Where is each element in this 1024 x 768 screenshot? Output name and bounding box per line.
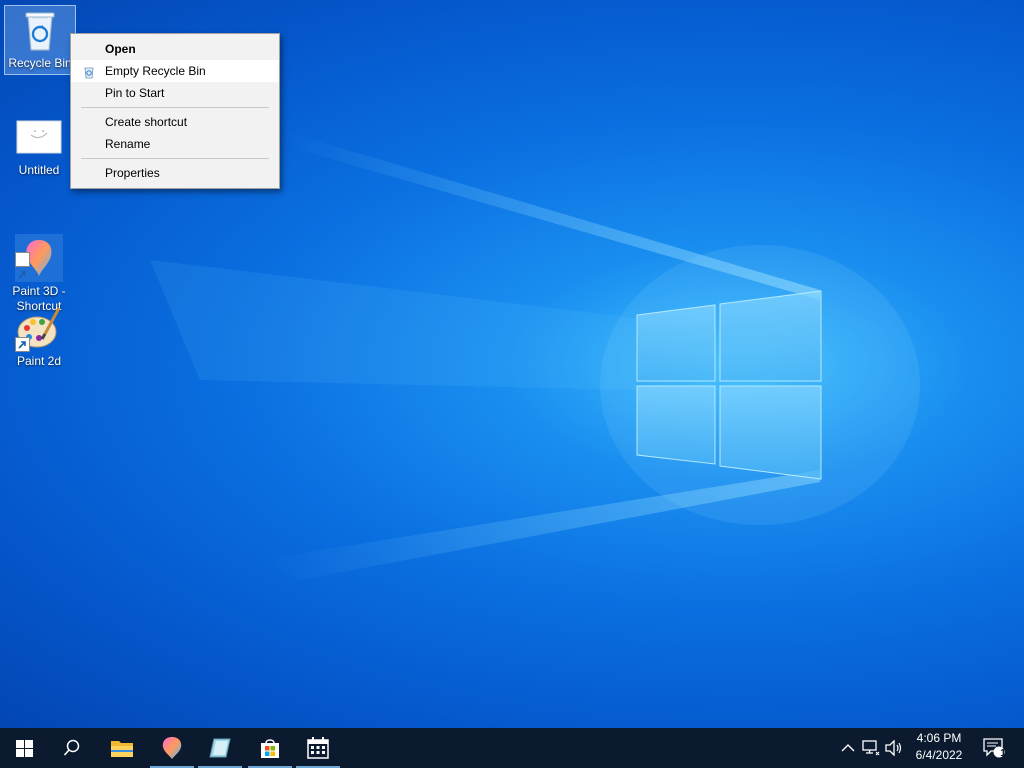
show-hidden-icons-button[interactable] <box>838 738 858 758</box>
search-button[interactable] <box>48 728 96 768</box>
context-menu: Open Empty Recycle Bin Pin to Start Crea… <box>70 33 280 189</box>
search-icon <box>63 739 80 756</box>
network-button[interactable] <box>861 738 881 758</box>
menu-item-properties[interactable]: Properties <box>71 162 279 184</box>
menu-item-label: Pin to Start <box>105 86 165 100</box>
speaker-icon <box>885 740 902 756</box>
menu-item-label: Rename <box>105 137 151 151</box>
taskbar-clock[interactable]: 4:06 PM 6/4/2022 <box>906 730 972 766</box>
desktop-icon-recycle-bin[interactable]: Recycle Bin <box>4 5 76 75</box>
desktop-icon-label: Paint 2d <box>16 354 62 368</box>
shortcut-arrow-icon <box>15 252 30 279</box>
clock-time: 4:06 PM <box>916 731 962 745</box>
taskbar-file-explorer[interactable] <box>98 728 146 768</box>
menu-separator <box>81 107 269 108</box>
menu-item-label: Properties <box>105 166 160 180</box>
menu-item-rename[interactable]: Rename <box>71 133 279 155</box>
desktop-icon-label: Recycle Bin <box>8 56 72 70</box>
clock-date: 6/4/2022 <box>915 748 963 762</box>
menu-item-open[interactable]: Open <box>71 38 279 60</box>
paint-3d-icon <box>162 737 182 759</box>
network-icon <box>862 740 880 756</box>
desktop[interactable]: Recycle Bin Untitled Paint 3D - Shortcut… <box>0 0 1024 728</box>
shortcut-arrow-icon <box>15 337 30 352</box>
start-button[interactable] <box>0 728 48 768</box>
notification-badge: 1 <box>1000 748 1006 759</box>
paint-book-icon <box>209 738 231 758</box>
chevron-up-icon <box>841 744 855 752</box>
calendar-icon <box>307 737 329 759</box>
taskbar-paint-3d[interactable] <box>148 728 196 768</box>
taskbar-calendar[interactable] <box>294 728 342 768</box>
menu-item-label: Open <box>105 42 136 56</box>
recycle-bin-icon <box>16 6 64 54</box>
menu-item-create-shortcut[interactable]: Create shortcut <box>71 111 279 133</box>
desktop-icon-untitled[interactable]: Untitled <box>4 113 74 178</box>
file-explorer-icon <box>111 741 133 757</box>
menu-item-empty-recycle-bin[interactable]: Empty Recycle Bin <box>71 60 279 82</box>
recycle-bin-icon <box>82 64 96 79</box>
desktop-icon-paint-2d[interactable]: Paint 2d <box>4 304 74 369</box>
volume-button[interactable] <box>884 738 904 758</box>
taskbar: 4:06 PM 6/4/2022 1 <box>0 728 1024 768</box>
menu-item-label: Empty Recycle Bin <box>105 64 206 78</box>
paint-palette-icon <box>15 304 63 352</box>
action-center-button[interactable]: 1 <box>982 738 1006 759</box>
menu-separator <box>81 158 269 159</box>
image-file-icon <box>15 113 63 161</box>
windows-start-icon <box>15 739 33 757</box>
microsoft-store-icon <box>261 739 279 758</box>
menu-item-label: Create shortcut <box>105 115 188 129</box>
taskbar-microsoft-store[interactable] <box>246 728 294 768</box>
menu-item-pin-to-start[interactable]: Pin to Start <box>71 82 279 104</box>
taskbar-paint[interactable] <box>196 728 244 768</box>
paint-3d-icon <box>15 219 63 282</box>
desktop-icon-label: Untitled <box>18 163 60 177</box>
